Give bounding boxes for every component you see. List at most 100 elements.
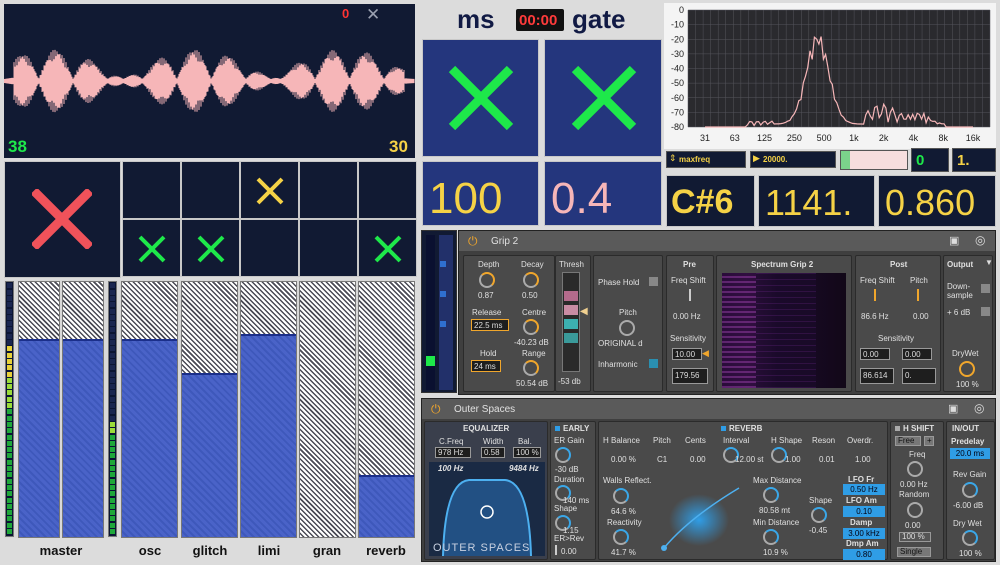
master-fader-right[interactable] <box>62 281 104 538</box>
settings-icon[interactable]: ◎ <box>975 233 985 247</box>
reactivity-knob[interactable] <box>613 529 629 545</box>
chevron-down-icon[interactable]: ▼ <box>985 258 993 267</box>
single-button[interactable]: Single <box>897 547 931 557</box>
pitch-knob[interactable] <box>619 320 635 336</box>
walls-knob[interactable] <box>613 488 629 504</box>
predelay-field[interactable]: 20.0 ms <box>950 448 990 459</box>
param-value-box[interactable]: ▶ 20000. <box>750 151 836 168</box>
lfoam-field[interactable]: 0.10 <box>843 506 885 517</box>
toggle-cell[interactable] <box>299 219 358 277</box>
plus-button[interactable]: + <box>924 436 934 446</box>
mindistance-knob[interactable] <box>763 529 779 545</box>
downsample-toggle[interactable] <box>981 284 990 293</box>
range-knob[interactable] <box>523 360 539 376</box>
errev-slider[interactable] <box>555 545 557 555</box>
param-selector[interactable]: ⇕ maxfreq <box>666 151 746 168</box>
hshift-pct-field[interactable]: 100 % <box>899 532 931 542</box>
osc-fader[interactable] <box>121 281 178 538</box>
depth-knob[interactable] <box>479 272 495 288</box>
value-box-2[interactable]: 0.4 <box>544 161 662 226</box>
width-field[interactable]: 0.58 <box>481 447 505 458</box>
drywet-knob[interactable] <box>959 361 975 377</box>
hold-field[interactable]: 24 ms <box>471 360 501 372</box>
toggle-cell[interactable] <box>122 161 181 219</box>
number-box-1[interactable]: 0 <box>911 148 949 172</box>
post-freqshift-slider[interactable] <box>874 289 876 301</box>
grip-device: ⏻ Grip 2 ▣ ◎ Depth 0.87 Decay 0.50 Relea… <box>458 230 996 395</box>
inharmonic-toggle[interactable] <box>649 359 658 368</box>
pre-sens-field[interactable]: 10.00 <box>672 348 702 360</box>
thresh-pointer[interactable]: ◀ <box>580 306 588 317</box>
pre-freqshift-slider[interactable] <box>689 289 691 301</box>
waveform-panel[interactable]: 0 ✕ 38 30 <box>4 4 415 158</box>
toggle-cell[interactable] <box>240 161 299 219</box>
hshift-freq-knob[interactable] <box>907 461 923 477</box>
toggle-cell[interactable] <box>122 219 181 277</box>
damp-field[interactable]: 3.00 kHz <box>843 528 885 539</box>
thresh-meter[interactable] <box>562 272 580 372</box>
grip-env-section: Depth 0.87 Decay 0.50 Release 22.5 ms Ce… <box>463 255 555 392</box>
limi-fader[interactable] <box>240 281 297 538</box>
outerspaces-header: ⏻ Outer Spaces ▣ ◎ <box>422 399 995 419</box>
toggle-cell[interactable] <box>358 219 417 277</box>
reverb-pitch-value: C1 <box>657 455 668 464</box>
reverb-shape-knob[interactable] <box>811 507 827 523</box>
bal-field[interactable]: 100 % <box>513 447 541 458</box>
gran-fader[interactable] <box>299 281 356 538</box>
time-display[interactable]: 00:00 <box>516 9 564 31</box>
level-slider[interactable] <box>840 150 908 170</box>
cross-icon <box>448 65 514 131</box>
post-sens-b[interactable]: 0.00 <box>902 348 932 360</box>
toggle-cell[interactable] <box>358 161 417 219</box>
x-tick-label: 31 <box>700 133 710 143</box>
cross-icon <box>32 189 92 249</box>
plus6db-toggle[interactable] <box>981 307 990 316</box>
spectrum-grip-section: Spectrum Grip 2 <box>716 255 852 392</box>
eq-display[interactable]: 100 Hz 9484 Hz OUTER SPACES <box>429 462 545 556</box>
post-title: Post <box>890 260 908 269</box>
post-freqshift-value: 86.6 Hz <box>861 312 889 321</box>
predelay-label: Predelay <box>951 437 985 446</box>
reverb-cloud[interactable] <box>659 478 749 558</box>
reverb-fader[interactable] <box>358 281 415 538</box>
camera-icon[interactable]: ▣ <box>948 402 958 415</box>
value-box-1[interactable]: 100 <box>422 161 539 226</box>
y-tick-label: -20 <box>671 34 684 44</box>
free-button[interactable]: Free <box>895 436 921 446</box>
toggle-ms[interactable] <box>422 39 539 157</box>
value-1: 100 <box>429 174 503 223</box>
toggle-cell[interactable] <box>240 219 299 277</box>
power-icon[interactable]: ⏻ <box>468 234 478 249</box>
centre-knob[interactable] <box>523 319 539 335</box>
cfreq-field[interactable]: 978 Hz <box>435 447 471 458</box>
phase-hold-toggle[interactable] <box>649 277 658 286</box>
number-box-2[interactable]: 1. <box>952 148 996 172</box>
outer-drywet-knob[interactable] <box>962 530 978 546</box>
glitch-fader[interactable] <box>181 281 238 538</box>
camera-icon[interactable]: ▣ <box>949 234 959 247</box>
close-icon[interactable]: ✕ <box>366 5 380 25</box>
param-value: 20000. <box>763 155 788 164</box>
dmpam-field[interactable]: 0.80 <box>843 549 885 560</box>
power-icon[interactable]: ⏻ <box>431 402 441 417</box>
toggle-gate[interactable] <box>544 39 662 157</box>
settings-icon[interactable]: ◎ <box>974 401 984 415</box>
toggle-cell[interactable] <box>299 161 358 219</box>
toggle-master[interactable] <box>4 161 121 278</box>
release-field[interactable]: 22.5 ms <box>471 319 509 331</box>
ergain-knob[interactable] <box>555 447 571 463</box>
master-fader-left[interactable] <box>18 281 60 538</box>
range-value: 50.54 dB <box>516 379 549 388</box>
decay-label: Decay <box>521 260 544 269</box>
post-pitch-slider[interactable] <box>917 289 919 301</box>
reverb-pitch-label: Pitch <box>653 436 671 445</box>
revgain-knob[interactable] <box>962 482 978 498</box>
lfofr-field[interactable]: 0.50 Hz <box>843 484 885 495</box>
decay-knob[interactable] <box>523 272 539 288</box>
post-sens-a[interactable]: 0.00 <box>860 348 890 360</box>
random-knob[interactable] <box>907 502 923 518</box>
toggle-cell[interactable] <box>181 219 240 277</box>
toggle-cell[interactable] <box>181 161 240 219</box>
maxdistance-knob[interactable] <box>763 487 779 503</box>
pre-freqshift-value: 0.00 Hz <box>673 312 701 321</box>
